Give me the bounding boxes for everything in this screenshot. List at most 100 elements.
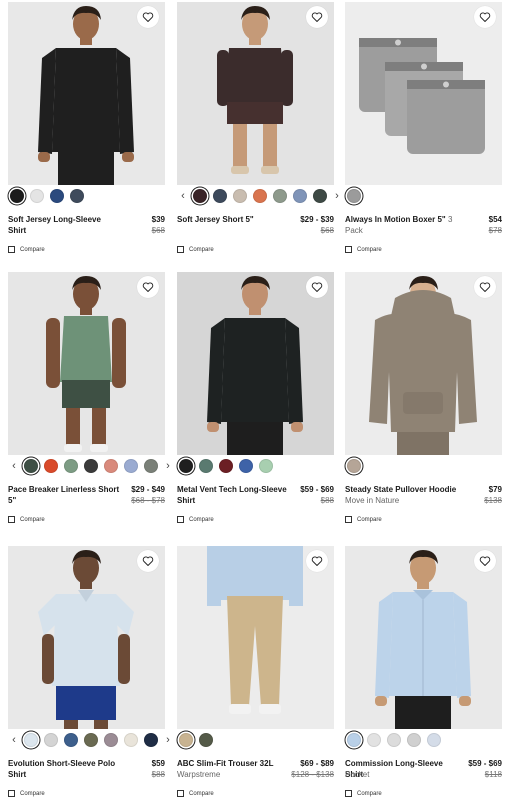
wishlist-button[interactable] — [306, 276, 328, 298]
color-swatch[interactable] — [44, 733, 58, 747]
product-name[interactable]: Metal Vent Tech Long-Sleeve Shirt — [177, 484, 289, 506]
color-swatch[interactable] — [10, 189, 24, 203]
wishlist-button[interactable] — [474, 6, 496, 28]
chevron-right-icon[interactable]: › — [333, 189, 341, 203]
wishlist-button[interactable] — [474, 276, 496, 298]
color-swatch[interactable] — [273, 189, 287, 203]
product-image[interactable] — [8, 546, 165, 729]
product-image[interactable] — [177, 272, 334, 455]
product-card[interactable]: ‹ › Evolution Short-Sleeve Polo Shirt $59 $8… — [8, 546, 170, 807]
wishlist-button[interactable] — [137, 6, 159, 28]
product-image[interactable] — [345, 2, 502, 185]
color-swatch[interactable] — [407, 733, 421, 747]
chevron-right-icon[interactable]: › — [164, 459, 172, 473]
product-image[interactable] — [345, 272, 502, 455]
product-card[interactable]: ‹ › Pace Breaker Linerless Short 5" $29 - $… — [8, 272, 170, 534]
chevron-left-icon[interactable]: ‹ — [179, 189, 187, 203]
color-swatch[interactable] — [50, 189, 64, 203]
color-swatch[interactable] — [199, 459, 213, 473]
product-name[interactable]: Always In Motion Boxer 5" 3 Pack — [345, 214, 457, 236]
color-swatch[interactable] — [104, 459, 118, 473]
color-swatch[interactable] — [64, 733, 78, 747]
compare-checkbox[interactable]: Compare — [345, 246, 382, 253]
checkbox-icon[interactable] — [177, 246, 184, 253]
color-swatch[interactable] — [347, 189, 361, 203]
wishlist-button[interactable] — [306, 6, 328, 28]
color-swatch[interactable] — [347, 459, 361, 473]
color-swatch[interactable] — [64, 459, 78, 473]
chevron-left-icon[interactable]: ‹ — [10, 733, 18, 747]
color-swatch[interactable] — [124, 733, 138, 747]
product-image[interactable] — [177, 2, 334, 185]
color-swatch[interactable] — [387, 733, 401, 747]
color-swatch[interactable] — [104, 733, 118, 747]
color-swatch[interactable] — [84, 733, 98, 747]
compare-checkbox[interactable]: Compare — [8, 790, 45, 797]
product-name[interactable]: Evolution Short-Sleeve Polo Shirt — [8, 758, 120, 780]
checkbox-icon[interactable] — [345, 246, 352, 253]
wishlist-button[interactable] — [306, 550, 328, 572]
compare-checkbox[interactable]: Compare — [8, 516, 45, 523]
color-swatch[interactable] — [219, 459, 233, 473]
product-card[interactable]: Always In Motion Boxer 5" 3 Pack $54 $78 Co… — [345, 2, 502, 264]
color-swatch[interactable] — [44, 459, 58, 473]
color-swatch[interactable] — [84, 459, 98, 473]
product-image[interactable] — [345, 546, 502, 729]
product-name[interactable]: Pace Breaker Linerless Short 5" — [8, 484, 120, 506]
checkbox-icon[interactable] — [345, 790, 352, 797]
chevron-right-icon[interactable]: › — [164, 733, 172, 747]
color-swatch[interactable] — [144, 733, 158, 747]
color-swatch[interactable] — [239, 459, 253, 473]
compare-checkbox[interactable]: Compare — [177, 790, 214, 797]
compare-checkbox[interactable]: Compare — [345, 516, 382, 523]
product-name[interactable]: Soft Jersey Long-Sleeve Shirt — [8, 214, 120, 236]
compare-label: Compare — [20, 516, 45, 523]
checkbox-icon[interactable] — [8, 246, 15, 253]
product-card[interactable]: Metal Vent Tech Long-Sleeve Shirt $59 - $… — [177, 272, 334, 534]
color-swatch[interactable] — [30, 189, 44, 203]
color-swatch[interactable] — [24, 459, 38, 473]
color-swatch[interactable] — [124, 459, 138, 473]
color-swatch[interactable] — [193, 189, 207, 203]
color-swatch[interactable] — [144, 459, 158, 473]
product-card[interactable]: ABC Slim-Fit Trouser 32L Warpstreme $69 - … — [177, 546, 334, 807]
product-card[interactable]: Soft Jersey Long-Sleeve Shirt $39 $68 Compa… — [8, 2, 165, 264]
product-image[interactable] — [177, 546, 334, 729]
color-swatch[interactable] — [233, 189, 247, 203]
color-swatch[interactable] — [259, 459, 273, 473]
color-swatch[interactable] — [70, 189, 84, 203]
color-swatches — [8, 188, 165, 204]
color-swatch[interactable] — [213, 189, 227, 203]
product-card[interactable]: Steady State Pullover Hoodie Move in Natu… — [345, 272, 502, 534]
color-swatch[interactable] — [179, 733, 193, 747]
product-card[interactable]: ‹ › Soft Jersey Short 5" $29 - $39 $68 Compar… — [177, 2, 339, 264]
product-name[interactable]: Steady State Pullover Hoodie — [345, 484, 457, 495]
checkbox-icon[interactable] — [8, 516, 15, 523]
color-swatch[interactable] — [24, 733, 38, 747]
checkbox-icon[interactable] — [177, 790, 184, 797]
checkbox-icon[interactable] — [8, 790, 15, 797]
checkbox-icon[interactable] — [177, 516, 184, 523]
compare-checkbox[interactable]: Compare — [177, 246, 214, 253]
product-image[interactable] — [8, 272, 165, 455]
product-card[interactable]: Commission Long-Sleeve Shirt Pocket $59 - … — [345, 546, 502, 807]
color-swatch[interactable] — [293, 189, 307, 203]
chevron-left-icon[interactable]: ‹ — [10, 459, 18, 473]
color-swatch[interactable] — [347, 733, 361, 747]
color-swatch[interactable] — [313, 189, 327, 203]
wishlist-button[interactable] — [474, 550, 496, 572]
color-swatch[interactable] — [367, 733, 381, 747]
compare-checkbox[interactable]: Compare — [177, 516, 214, 523]
product-name[interactable]: ABC Slim-Fit Trouser 32L — [177, 758, 289, 769]
compare-checkbox[interactable]: Compare — [8, 246, 45, 253]
compare-checkbox[interactable]: Compare — [345, 790, 382, 797]
color-swatch[interactable] — [199, 733, 213, 747]
color-swatch[interactable] — [253, 189, 267, 203]
wishlist-button[interactable] — [137, 550, 159, 572]
checkbox-icon[interactable] — [345, 516, 352, 523]
color-swatch[interactable] — [427, 733, 441, 747]
wishlist-button[interactable] — [137, 276, 159, 298]
product-name[interactable]: Soft Jersey Short 5" — [177, 214, 289, 225]
product-image[interactable] — [8, 2, 165, 185]
color-swatch[interactable] — [179, 459, 193, 473]
